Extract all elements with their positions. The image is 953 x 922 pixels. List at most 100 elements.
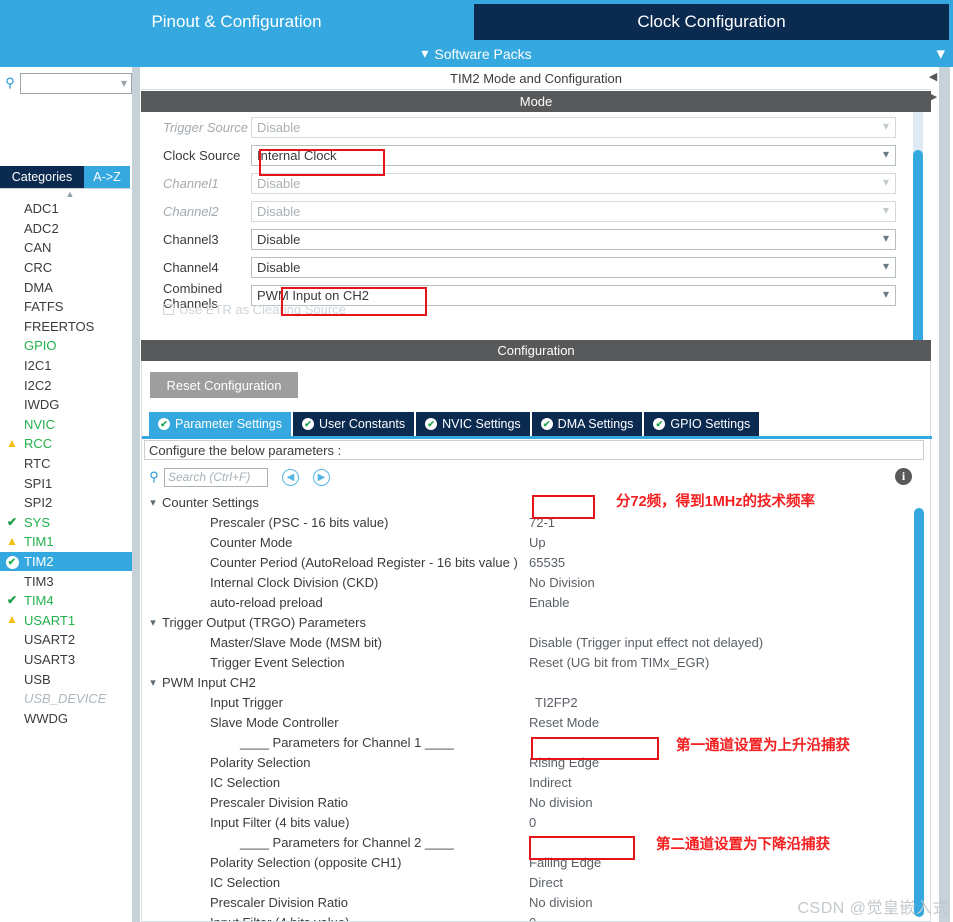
param-row[interactable]: Slave Mode Controller Reset Mode: [144, 712, 912, 732]
sidebar-item-usart3[interactable]: USART3: [0, 650, 140, 670]
sidebar-item-tim1[interactable]: ▲ TIM1: [0, 532, 140, 552]
sidebar-scrollbar[interactable]: [132, 67, 140, 922]
param-row[interactable]: Polarity Selection Rising Edge: [144, 752, 912, 772]
sidebar-item-usart1[interactable]: ▲ USART1: [0, 610, 140, 630]
tab-clock-configuration[interactable]: Clock Configuration: [474, 4, 949, 40]
param-row[interactable]: Counter Period (AutoReload Register - 16…: [144, 552, 912, 572]
checkbox-icon[interactable]: [163, 304, 174, 315]
param-value[interactable]: 65535: [529, 555, 565, 570]
param-value[interactable]: Rising Edge: [529, 755, 599, 770]
param-value[interactable]: Up: [529, 535, 546, 550]
tab-nvic-settings[interactable]: ✔ NVIC Settings: [416, 412, 530, 436]
search-next-button[interactable]: ▶: [313, 468, 330, 486]
sidebar-tab-az[interactable]: A->Z: [84, 166, 130, 188]
mode-select-channel4[interactable]: Disable ▾: [251, 257, 896, 278]
param-value[interactable]: Indirect: [529, 775, 572, 790]
tab-pinout-configuration[interactable]: Pinout & Configuration: [0, 4, 473, 40]
sidebar-item-rtc[interactable]: RTC: [0, 454, 140, 474]
param-row[interactable]: Master/Slave Mode (MSM bit) Disable (Trig…: [144, 632, 912, 652]
mode-select-channel3[interactable]: Disable ▾: [251, 229, 896, 250]
arrow-right-icon[interactable]: ▶: [929, 87, 937, 107]
param-value[interactable]: 0: [529, 915, 536, 922]
software-packs-menu[interactable]: ▾ Software Packs: [0, 40, 953, 67]
mode-select-channel1[interactable]: Disable ▾: [251, 173, 896, 194]
param-value[interactable]: Enable: [529, 595, 569, 610]
param-row[interactable]: Counter Mode Up: [144, 532, 912, 552]
parameter-scroll-thumb[interactable]: [914, 508, 924, 917]
sidebar-item-usb[interactable]: USB: [0, 669, 140, 689]
param-row[interactable]: Trigger Event Selection Reset (UG bit fro…: [144, 652, 912, 672]
sidebar-item-tim4[interactable]: ✔ TIM4: [0, 591, 140, 611]
sidebar-item-dma[interactable]: DMA: [0, 277, 140, 297]
use-etr-checkbox-row[interactable]: Use ETR as Clearing Source: [163, 302, 346, 317]
mode-row-channel3: Channel3 Disable ▾: [141, 226, 896, 253]
param-value[interactable]: 72-1: [529, 515, 555, 530]
sidebar-item-tim3[interactable]: TIM3: [0, 571, 140, 591]
tab-gpio-settings[interactable]: ✔ GPIO Settings: [644, 412, 760, 436]
param-value[interactable]: No Division: [529, 575, 595, 590]
param-row[interactable]: Polarity Selection (opposite CH1) Falling…: [144, 852, 912, 872]
panel-outer-scrollbar[interactable]: [939, 67, 950, 922]
param-name: Prescaler Division Ratio: [210, 894, 348, 910]
param-value[interactable]: No division: [529, 795, 593, 810]
reset-configuration-button[interactable]: Reset Configuration: [150, 372, 298, 398]
param-value[interactable]: Reset (UG bit from TIMx_EGR): [529, 655, 709, 670]
search-prev-button[interactable]: ◀: [282, 468, 299, 486]
sidebar-item-nvic[interactable]: NVIC: [0, 415, 140, 435]
mode-select-combined-channels[interactable]: PWM Input on CH2 ▾: [251, 285, 896, 306]
param-group[interactable]: ▾ PWM Input CH2: [144, 672, 912, 692]
sidebar-tab-categories[interactable]: Categories: [0, 166, 84, 188]
sidebar-item-wwdg[interactable]: WWDG: [0, 708, 140, 728]
sidebar-item-i2c2[interactable]: I2C2: [0, 375, 140, 395]
sidebar-item-can[interactable]: CAN: [0, 238, 140, 258]
tab-dma-settings[interactable]: ✔ DMA Settings: [531, 412, 643, 436]
mode-value-channel2: Disable: [257, 204, 301, 219]
param-value[interactable]: Falling Edge: [529, 855, 601, 870]
param-value[interactable]: No division: [529, 895, 593, 910]
param-row[interactable]: IC Selection Indirect: [144, 772, 912, 792]
param-row[interactable]: Prescaler Division Ratio No division: [144, 792, 912, 812]
sidebar-item-freertos[interactable]: FREERTOS: [0, 317, 140, 337]
param-row[interactable]: Input Trigger TI2FP2: [144, 692, 912, 712]
sidebar-item-rcc[interactable]: ▲ RCC: [0, 434, 140, 454]
param-value[interactable]: 0: [529, 815, 536, 830]
param-row[interactable]: auto-reload preload Enable: [144, 592, 912, 612]
param-value[interactable]: Direct: [529, 875, 563, 890]
param-row[interactable]: Input Filter (4 bits value) 0: [144, 812, 912, 832]
mode-scroll-thumb[interactable]: [913, 150, 923, 349]
param-row[interactable]: Prescaler (PSC - 16 bits value) 72-1: [144, 512, 912, 532]
sidebar-item-tim2[interactable]: ✔ TIM2: [0, 551, 140, 572]
sidebar-item-label: SPI1: [24, 475, 53, 491]
sidebar-item-fatfs[interactable]: FATFS: [0, 297, 140, 317]
param-name: Input Trigger: [210, 694, 283, 710]
sidebar-item-crc[interactable]: CRC: [0, 258, 140, 278]
sidebar-item-sys[interactable]: ✔ SYS: [0, 513, 140, 533]
sidebar-item-spi2[interactable]: SPI2: [0, 493, 140, 513]
scroll-up-icon[interactable]: ▲: [0, 189, 140, 199]
info-icon[interactable]: i: [895, 468, 912, 485]
tab-user-constants[interactable]: ✔ User Constants: [293, 412, 415, 436]
sidebar-item-usb_device[interactable]: USB_DEVICE: [0, 689, 140, 709]
sidebar-search-input[interactable]: ▾: [20, 72, 132, 94]
param-value[interactable]: TI2FP2: [529, 695, 578, 710]
parameter-search-input[interactable]: Search (Ctrl+F): [164, 467, 268, 487]
arrow-left-icon[interactable]: ◀: [929, 67, 937, 87]
chevron-down-icon-right[interactable]: ▾: [936, 44, 945, 63]
annotation-note-channel1: 第一通道设置为上升沿捕获: [676, 738, 850, 754]
param-group[interactable]: ▾ Trigger Output (TRGO) Parameters: [144, 612, 912, 632]
param-value[interactable]: Reset Mode: [529, 715, 599, 730]
sidebar-item-iwdg[interactable]: IWDG: [0, 395, 140, 415]
param-row[interactable]: IC Selection Direct: [144, 872, 912, 892]
param-row[interactable]: Internal Clock Division (CKD) No Division: [144, 572, 912, 592]
mode-select-clock-source[interactable]: Internal Clock ▾: [251, 145, 896, 166]
mode-select-trigger-source[interactable]: Disable ▾: [251, 117, 896, 138]
sidebar-item-adc1[interactable]: ADC1: [0, 199, 140, 219]
sidebar-item-gpio[interactable]: GPIO: [0, 336, 140, 356]
sidebar-item-adc2[interactable]: ADC2: [0, 219, 140, 239]
sidebar-item-spi1[interactable]: SPI1: [0, 473, 140, 493]
mode-select-channel2[interactable]: Disable ▾: [251, 201, 896, 222]
sidebar-item-i2c1[interactable]: I2C1: [0, 356, 140, 376]
tab-parameter-settings[interactable]: ✔ Parameter Settings: [149, 412, 291, 436]
param-value[interactable]: Disable (Trigger input effect not delaye…: [529, 635, 763, 650]
sidebar-item-usart2[interactable]: USART2: [0, 630, 140, 650]
